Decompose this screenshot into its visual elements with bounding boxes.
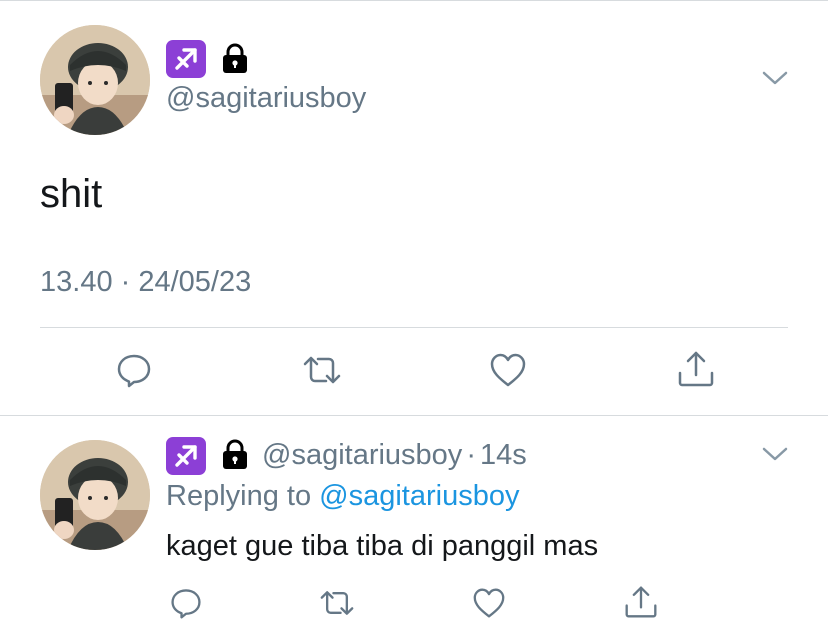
retweet-icon[interactable] [317, 585, 357, 621]
sagittarius-icon [166, 437, 206, 475]
reply-icon[interactable] [114, 350, 154, 390]
separator: · [466, 439, 476, 471]
replying-to: Replying to @sagitariusboy [166, 480, 519, 513]
like-icon[interactable] [471, 586, 507, 620]
lock-icon [220, 42, 250, 79]
replying-label: Replying to [166, 480, 312, 512]
author-handle[interactable]: @sagitariusboy [166, 82, 366, 115]
author-handle[interactable]: @sagitariusboy [262, 439, 462, 471]
avatar[interactable] [40, 25, 150, 135]
reply-header: @sagitariusboy · 14s [262, 439, 527, 472]
mention-link[interactable]: @sagitariusboy [319, 480, 519, 512]
divider [0, 415, 828, 416]
relative-time[interactable]: 14s [480, 439, 527, 471]
reply-icon[interactable] [168, 585, 204, 621]
avatar[interactable] [40, 440, 150, 550]
chevron-down-icon[interactable] [760, 444, 790, 469]
timestamp[interactable]: 13.40 · 24/05/23 [40, 266, 251, 299]
retweet-icon[interactable] [300, 350, 344, 390]
lock-icon [220, 438, 250, 475]
tweet-text: kaget gue tiba tiba di panggil mas [166, 530, 599, 562]
top-border [0, 0, 828, 1]
divider [40, 327, 788, 328]
chevron-down-icon[interactable] [760, 68, 790, 93]
share-icon[interactable] [623, 583, 659, 621]
share-icon[interactable] [676, 348, 716, 390]
tweet-text: shit [40, 172, 103, 216]
sagittarius-icon [166, 40, 206, 78]
like-icon[interactable] [488, 351, 528, 389]
